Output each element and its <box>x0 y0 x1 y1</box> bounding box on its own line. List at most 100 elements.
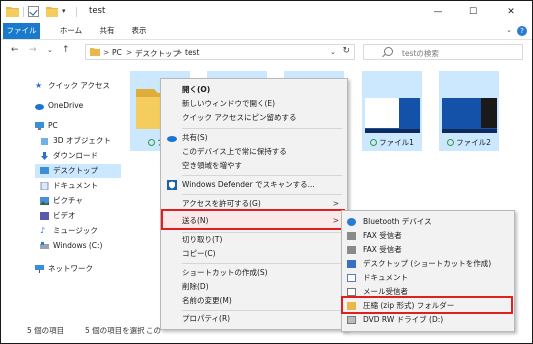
send-to-fax-1[interactable]: FAX 受信者 <box>342 229 514 243</box>
sidebar-item-videos[interactable]: ビデオ <box>40 209 121 223</box>
computer-icon <box>35 122 44 130</box>
up-button[interactable]: ↑ <box>62 45 70 55</box>
breadcrumb-separator: > <box>126 48 133 57</box>
minimize-button[interactable]: — <box>423 4 453 20</box>
sidebar-item-pc[interactable]: PC <box>35 119 121 133</box>
address-row: ← → ⌄ ↑ > PC > デスクトップ > test ⌄ ↻ testの検索 <box>1 40 532 64</box>
help-icon[interactable]: ? <box>517 26 527 36</box>
breadcrumb-desktop[interactable]: デスクトップ <box>135 48 180 59</box>
menu-item-open[interactable]: 開く(O) <box>161 83 347 97</box>
close-button[interactable]: ✕ <box>496 4 526 20</box>
sidebar-item-documents[interactable]: ドキュメント <box>40 179 121 193</box>
quick-access-dropdown-icon[interactable]: ▾ <box>62 7 66 19</box>
breadcrumb-separator: > <box>103 48 110 57</box>
menu-item-properties[interactable]: プロパティ(R) <box>161 312 347 326</box>
selected-count: 5 個の項目を選択 <box>85 326 145 335</box>
menu-item-keep-on-device[interactable]: このデバイス上で常に保持する <box>161 145 347 159</box>
sidebar-item-pictures[interactable]: ピクチャ <box>40 194 121 208</box>
menu-item-free-up-space[interactable]: 空き領域を増やす <box>161 159 347 173</box>
expand-ribbon-icon[interactable]: ⌄ <box>506 26 512 34</box>
menu-item-delete[interactable]: 削除(D) <box>161 280 347 294</box>
new-folder-icon[interactable] <box>46 6 58 17</box>
menu-item-create-shortcut[interactable]: ショートカットの作成(S) <box>161 266 347 280</box>
navigation-pane: ★ クイック アクセス OneDrive PC 3D オブジェクト ダウンロード… <box>1 64 121 319</box>
document-icon <box>347 274 356 282</box>
menu-separator <box>182 310 342 311</box>
forward-button[interactable]: → <box>29 45 37 55</box>
menu-item-cut[interactable]: 切り取り(T) <box>161 233 347 247</box>
onedrive-icon <box>167 136 177 142</box>
mail-icon <box>347 288 356 296</box>
menu-separator <box>182 175 342 176</box>
breadcrumb-separator: > <box>176 48 183 57</box>
search-placeholder: testの検索 <box>402 49 439 58</box>
status-extra: この <box>146 326 161 335</box>
menu-item-rename[interactable]: 名前の変更(M) <box>161 294 347 308</box>
separator <box>76 7 77 17</box>
defender-shield-icon <box>167 180 177 190</box>
tab-share[interactable]: 共有 <box>93 23 121 39</box>
desktop-icon <box>40 167 49 174</box>
menu-item-pin-quick-access[interactable]: クイック アクセスにピン留めする <box>161 111 347 125</box>
menu-item-share[interactable]: 共有(S) <box>161 131 347 145</box>
separator <box>23 7 24 17</box>
search-input[interactable]: testの検索 <box>363 44 523 60</box>
refresh-icon[interactable]: ↻ <box>342 46 350 56</box>
recent-locations-button[interactable]: ⌄ <box>47 46 53 54</box>
video-icon <box>40 212 49 220</box>
tab-view[interactable]: 表示 <box>125 23 153 39</box>
file-caption: ファイル1 <box>362 137 422 148</box>
menu-separator <box>182 263 342 264</box>
network-icon <box>35 265 44 273</box>
send-to-desktop[interactable]: デスクトップ (ショートカットを作成) <box>342 257 514 271</box>
sidebar-item-network[interactable]: ネットワーク <box>35 262 121 276</box>
sync-ok-icon <box>148 139 155 146</box>
fax-icon <box>347 232 356 240</box>
screenshot-thumbnail <box>442 98 497 133</box>
sidebar-item-downloads[interactable]: ダウンロード <box>40 149 121 163</box>
sync-ok-icon <box>370 139 378 146</box>
desktop-icon <box>347 260 356 268</box>
folder-icon <box>6 7 19 17</box>
breadcrumb-test[interactable]: test <box>185 48 199 57</box>
sidebar-item-quick-access[interactable]: ★ クイック アクセス <box>35 79 121 93</box>
sidebar-item-3d-objects[interactable]: 3D オブジェクト <box>40 134 121 148</box>
cloud-icon <box>35 104 44 110</box>
folder-icon <box>90 48 100 56</box>
file-item-file2[interactable]: ファイル2 <box>439 71 499 151</box>
sidebar-item-windows-c[interactable]: Windows (C:) <box>40 239 121 253</box>
send-to-documents[interactable]: ドキュメント <box>342 271 514 285</box>
ribbon-tabs: ファイル ホーム 共有 表示 ⌄ ? <box>1 23 532 40</box>
sync-ok-icon <box>447 139 455 146</box>
dvd-drive-icon <box>347 316 356 324</box>
maximize-button[interactable]: ☐ <box>458 4 488 20</box>
sidebar-item-desktop[interactable]: デスクトップ <box>35 164 121 178</box>
sidebar-item-music[interactable]: ♪ ミュージック <box>40 224 121 238</box>
properties-icon[interactable] <box>28 6 39 17</box>
address-bar[interactable]: > PC > デスクトップ > test ⌄ ↻ <box>85 44 355 60</box>
address-dropdown-icon[interactable]: ⌄ <box>330 48 336 56</box>
drive-icon <box>40 242 49 249</box>
back-button[interactable]: ← <box>11 45 19 55</box>
window-title: test <box>89 6 106 16</box>
highlight-box-send-to <box>161 209 345 230</box>
music-icon: ♪ <box>40 226 46 235</box>
send-to-dvd[interactable]: DVD RW ドライブ (D:) <box>342 313 514 327</box>
context-menu: 開く(O) 新しいウィンドウで開く(E) クイック アクセスにピン留めする 共有… <box>160 78 348 330</box>
menu-item-defender-scan[interactable]: Windows Defender でスキャンする... <box>161 178 347 192</box>
screenshot-thumbnail <box>365 98 420 133</box>
tab-home[interactable]: ホーム <box>53 23 89 39</box>
picture-icon <box>40 197 49 205</box>
menu-separator <box>182 194 342 195</box>
sidebar-item-onedrive[interactable]: OneDrive <box>35 99 121 113</box>
tab-file[interactable]: ファイル <box>3 23 40 39</box>
send-to-bluetooth[interactable]: Bluetooth デバイス <box>342 215 514 229</box>
file-item-file1[interactable]: ファイル1 <box>362 71 422 151</box>
menu-item-open-new-window[interactable]: 新しいウィンドウで開く(E) <box>161 97 347 111</box>
star-icon: ★ <box>35 81 43 90</box>
send-to-fax-2[interactable]: FAX 受信者 <box>342 243 514 257</box>
menu-separator <box>182 128 342 129</box>
document-icon <box>40 182 49 190</box>
menu-item-copy[interactable]: コピー(C) <box>161 247 347 261</box>
breadcrumb-pc[interactable]: PC <box>112 48 122 57</box>
